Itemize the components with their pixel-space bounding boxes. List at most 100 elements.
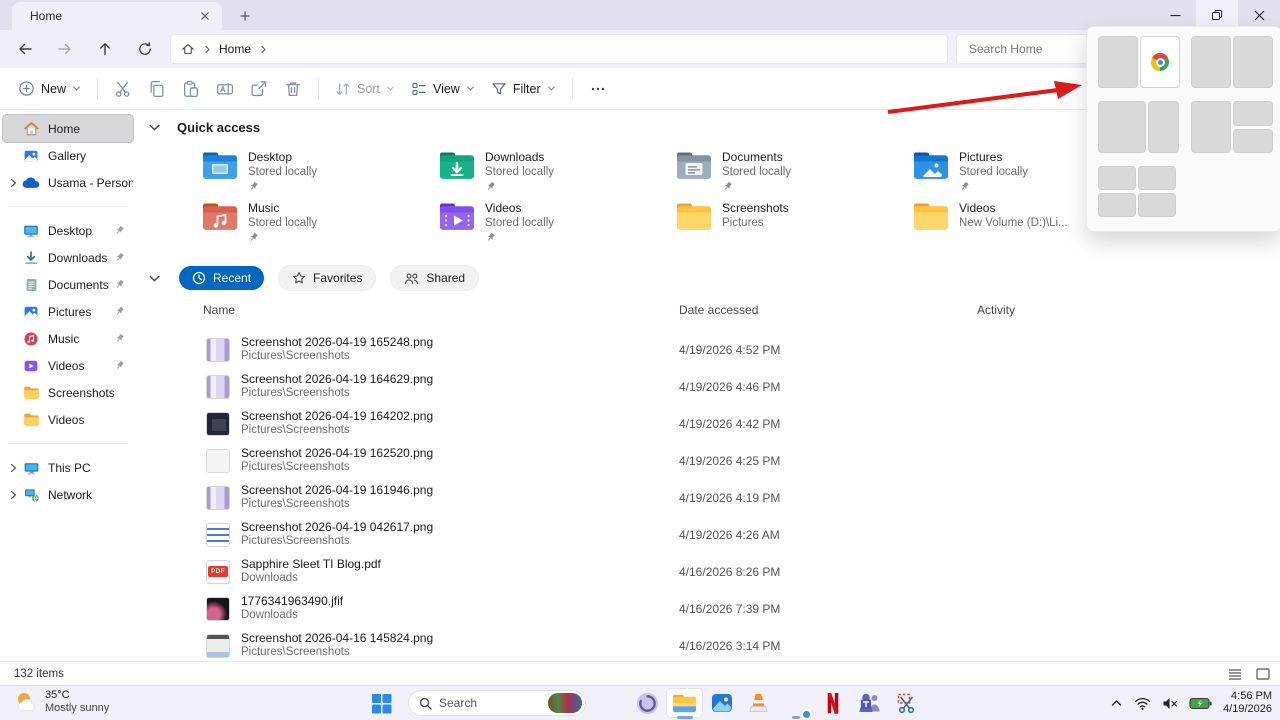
chevron-right-icon[interactable]	[5, 463, 21, 473]
details-view-icon[interactable]	[1226, 665, 1244, 683]
sidebar-item-home[interactable]: Home	[3, 115, 133, 142]
taskbar-app-bittorrent[interactable]	[629, 688, 666, 718]
taskbar-app-snipping-tool[interactable]	[888, 688, 925, 718]
taskbar-app-teams[interactable]	[851, 688, 888, 718]
sidebar-item-videos[interactable]: Videos	[3, 352, 133, 379]
file-row[interactable]: Screenshot 2026-04-19 165248.pngPictures…	[136, 331, 1280, 368]
wifi-icon[interactable]	[1134, 697, 1151, 710]
weather-widget[interactable]: 35°C Mostly sunny	[14, 689, 109, 715]
filter-button[interactable]: Filter	[483, 75, 564, 103]
sidebar-item-network[interactable]: Network	[3, 481, 133, 508]
column-header-date-accessed[interactable]: Date accessed	[679, 303, 758, 317]
taskbar-app-photos[interactable]	[703, 688, 740, 718]
quick-access-tile-desktop[interactable]: DesktopStored locally	[201, 148, 438, 199]
clock[interactable]: 4:56 PM 4/19/2026	[1223, 690, 1272, 716]
file-row[interactable]: Screenshot 2026-04-19 164202.pngPictures…	[136, 405, 1280, 442]
new-tab-button[interactable]	[236, 7, 254, 25]
sidebar-item-documents[interactable]: Documents	[3, 271, 133, 298]
breadcrumb[interactable]: Home	[170, 34, 948, 64]
sidebar-item-videos[interactable]: Videos	[3, 406, 133, 433]
taskbar-app-file-explorer[interactable]	[666, 688, 703, 718]
sidebar-item-screenshots[interactable]: Screenshots	[3, 379, 133, 406]
home-icon[interactable]	[181, 42, 195, 56]
search-highlight-image[interactable]	[548, 693, 582, 713]
snap-zone[interactable]	[1191, 101, 1231, 153]
taskbar-app-netflix[interactable]	[814, 688, 851, 718]
folder-icon	[21, 385, 41, 400]
snap-zone[interactable]	[1098, 193, 1136, 217]
quick-access-tile-downloads[interactable]: DownloadsStored locally	[438, 148, 675, 199]
start-button[interactable]	[369, 691, 394, 716]
battery-icon[interactable]	[1189, 697, 1212, 710]
volume-muted-icon[interactable]	[1162, 697, 1178, 710]
breadcrumb-item[interactable]: Home	[219, 42, 251, 56]
taskbar-app-copilot[interactable]	[592, 688, 629, 718]
delete-icon[interactable]	[276, 74, 310, 104]
taskbar-app-vlc[interactable]	[740, 688, 777, 718]
quick-access-tile-music[interactable]: MusicStored locally	[201, 199, 438, 250]
chevron-right-icon[interactable]	[5, 490, 21, 500]
snap-zone[interactable]	[1233, 36, 1273, 88]
sidebar-item-pictures[interactable]: Pictures	[3, 298, 133, 325]
filter-pill-favorites[interactable]: Favorites	[278, 265, 376, 291]
column-header-activity[interactable]: Activity	[977, 303, 1015, 317]
back-icon[interactable]	[10, 34, 40, 64]
videos-folder-icon	[438, 201, 476, 232]
snap-zone[interactable]	[1233, 101, 1273, 126]
snap-zone[interactable]	[1138, 193, 1176, 217]
chevron-up-icon[interactable]	[1110, 698, 1123, 708]
quick-access-tile-documents[interactable]: DocumentsStored locally	[675, 148, 912, 199]
copy-icon[interactable]	[140, 74, 174, 104]
tab-home[interactable]: Home	[12, 2, 222, 30]
cut-icon[interactable]	[106, 74, 140, 104]
file-thumbnail	[206, 449, 230, 473]
file-thumbnail	[206, 338, 230, 362]
snap-zone[interactable]	[1233, 129, 1273, 154]
file-row[interactable]: Screenshot 2026-04-19 164629.pngPictures…	[136, 368, 1280, 405]
file-row[interactable]: Screenshot 2026-04-16 145824.pngPictures…	[136, 627, 1280, 662]
taskbar-search[interactable]: Search	[408, 690, 586, 716]
refresh-icon[interactable]	[130, 34, 160, 64]
file-name: Screenshot 2026-04-19 165248.png	[241, 336, 433, 349]
snap-zone[interactable]	[1191, 36, 1231, 88]
filter-pill-recent[interactable]: Recent	[179, 266, 264, 290]
sidebar-item-this-pc[interactable]: This PC	[3, 454, 133, 481]
file-row[interactable]: Screenshot 2026-04-19 162520.pngPictures…	[136, 442, 1280, 479]
file-row[interactable]: 1776341963490.jfifDownloads4/16/2026 7:3…	[136, 590, 1280, 627]
tab-close-icon[interactable]	[196, 7, 214, 25]
sidebar-item-desktop[interactable]: Desktop	[3, 217, 133, 244]
up-icon[interactable]	[90, 34, 120, 64]
file-row[interactable]: Screenshot 2026-04-19 161946.pngPictures…	[136, 479, 1280, 516]
snap-zone[interactable]	[1140, 36, 1180, 88]
more-icon[interactable]	[581, 74, 615, 104]
column-header-name[interactable]: Name	[203, 303, 235, 317]
filter-pill-shared[interactable]: Shared	[390, 265, 479, 291]
rename-icon[interactable]	[208, 74, 242, 104]
quick-access-tile-videos[interactable]: VideosStored locally	[438, 199, 675, 250]
share-icon[interactable]	[242, 74, 276, 104]
large-icons-view-icon[interactable]	[1254, 665, 1272, 683]
snap-zone[interactable]	[1138, 166, 1176, 190]
file-row[interactable]: PDFSapphire Sleet TI Blog.pdfDownloads4/…	[136, 553, 1280, 590]
sidebar-item-music[interactable]: Music	[3, 325, 133, 352]
sort-button[interactable]: Sort	[327, 75, 403, 103]
sidebar-item-gallery[interactable]: Gallery	[3, 142, 133, 169]
file-row[interactable]: Screenshot 2026-04-19 042617.pngPictures…	[136, 516, 1280, 553]
collapse-chevron-icon[interactable]	[148, 272, 161, 285]
network-icon	[21, 487, 41, 503]
forward-icon[interactable]	[50, 34, 80, 64]
taskbar-app-chrome[interactable]	[777, 688, 814, 718]
snap-zone[interactable]	[1098, 36, 1138, 88]
snap-zone[interactable]	[1098, 166, 1136, 190]
new-button[interactable]: New	[10, 74, 89, 103]
view-button[interactable]: View	[403, 75, 483, 103]
snap-zone[interactable]	[1148, 101, 1179, 153]
paste-icon[interactable]	[174, 74, 208, 104]
sidebar-item-usama-personal[interactable]: Usama - Personal	[3, 169, 133, 196]
chevron-right-icon[interactable]	[5, 178, 21, 188]
chevron-right-icon[interactable]	[259, 45, 267, 54]
collapse-chevron-icon[interactable]	[148, 121, 161, 134]
quick-access-tile-screenshots[interactable]: ScreenshotsPictures	[675, 199, 912, 250]
snap-zone[interactable]	[1098, 101, 1146, 153]
sidebar-item-downloads[interactable]: Downloads	[3, 244, 133, 271]
